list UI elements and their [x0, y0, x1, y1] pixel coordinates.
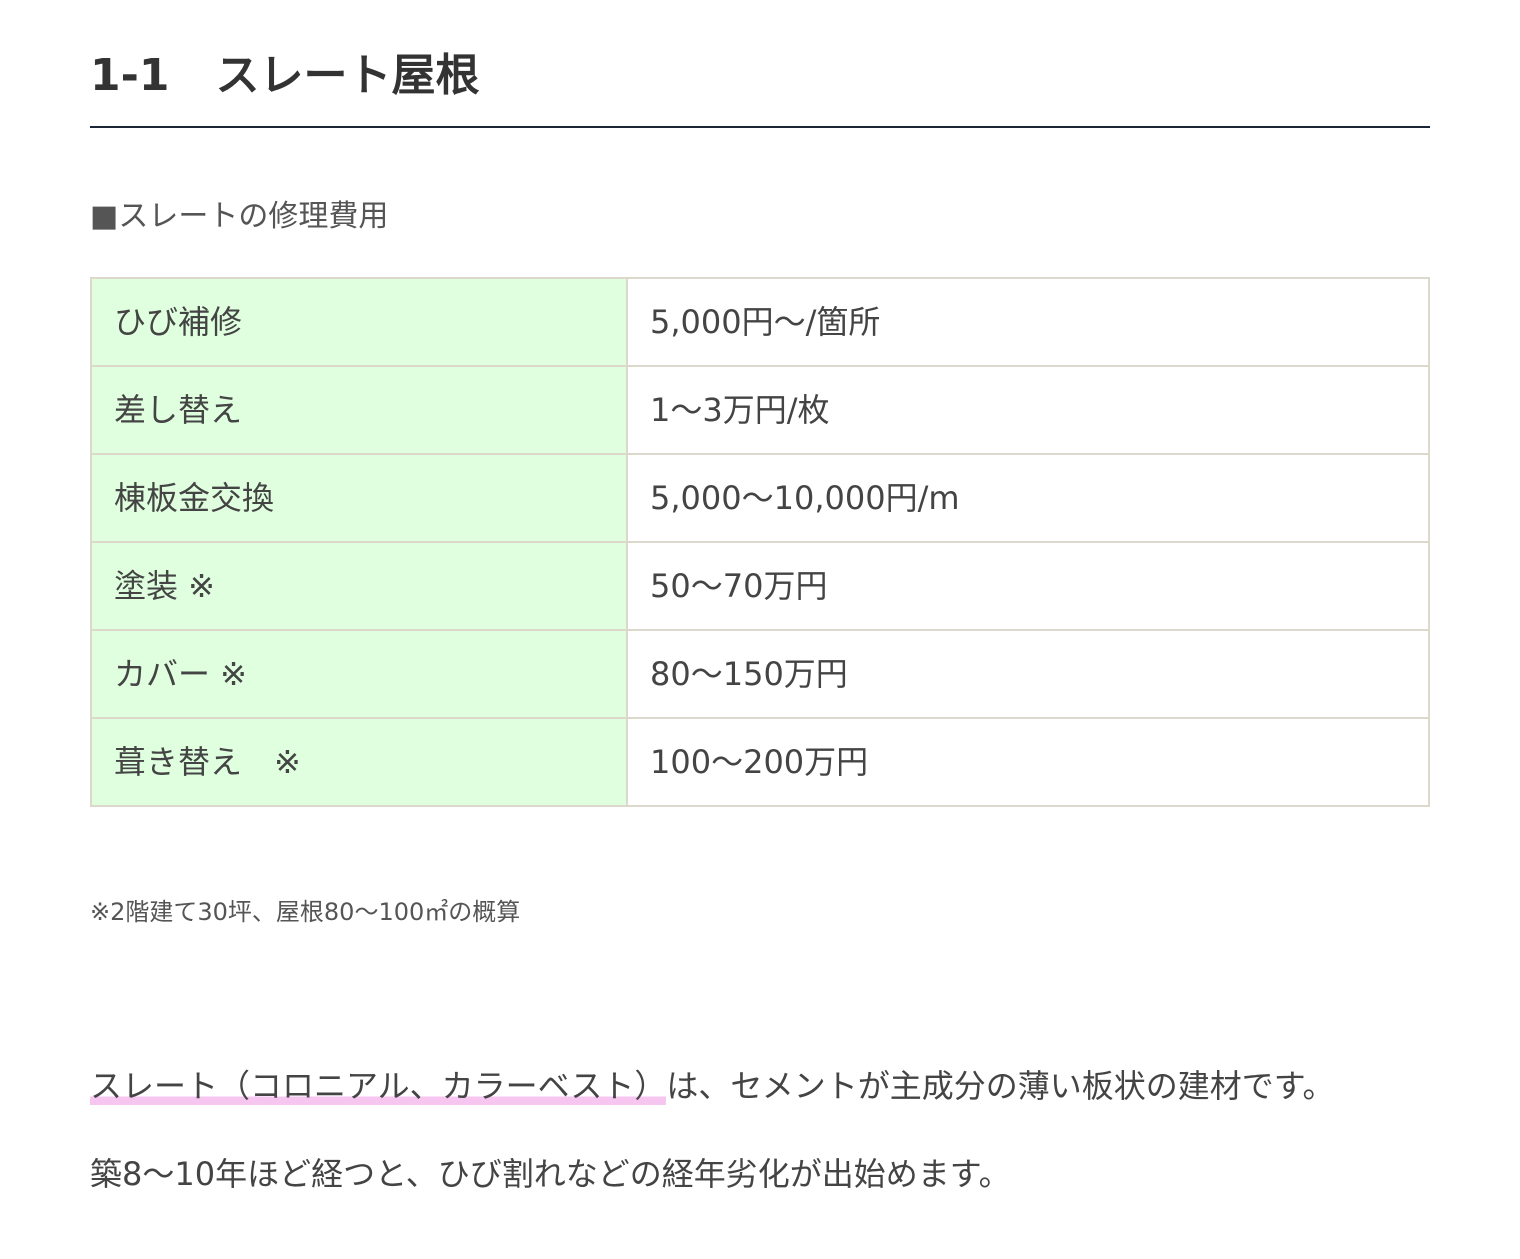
repair-item-cell: ひび補修 [90, 277, 628, 367]
repair-price-cell: 1〜3万円/枚 [626, 365, 1430, 455]
repair-price-cell: 100〜200万円 [626, 717, 1430, 807]
highlighted-term: スレート（コロニアル、カラーベスト） [90, 1067, 667, 1105]
section-title: スレート屋根 [215, 50, 480, 101]
section-number: 1-1 [90, 50, 170, 101]
repair-price-cell: 80〜150万円 [626, 629, 1430, 719]
body-paragraph: スレート（コロニアル、カラーベスト）は、セメントが主成分の薄い板状の建材です。 [90, 1064, 1335, 1108]
article-content: 1-1 スレート屋根 ■スレートの修理費用 ひび補修 5,000円〜/箇所 差し替… [90, 0, 1430, 1193]
repair-item-cell: 棟板金交換 [90, 453, 628, 543]
table-row: ひび補修 5,000円〜/箇所 [90, 277, 1430, 367]
repair-item-cell: 塗装 ※ [90, 541, 628, 631]
section-heading: 1-1 スレート屋根 [90, 0, 1430, 128]
repair-cost-table: ひび補修 5,000円〜/箇所 差し替え 1〜3万円/枚 棟板金交換 5,000… [90, 277, 1430, 807]
table-row: 差し替え 1〜3万円/枚 [90, 365, 1430, 455]
repair-item-cell: 差し替え [90, 365, 628, 455]
table-row: カバー ※ 80〜150万円 [90, 629, 1430, 719]
repair-price-cell: 5,000円〜/箇所 [626, 277, 1430, 367]
paragraph-text: は、セメントが主成分の薄い板状の建材です。 [666, 1067, 1335, 1105]
table-row: 塗装 ※ 50〜70万円 [90, 541, 1430, 631]
repair-price-cell: 50〜70万円 [626, 541, 1430, 631]
repair-item-cell: 葺き替え ※ [90, 717, 628, 807]
table-row: 葺き替え ※ 100〜200万円 [90, 717, 1430, 807]
estimate-footnote: ※2階建て30坪、屋根80〜100㎡の概算 [90, 898, 521, 926]
body-paragraph: 築8〜10年ほど経つと、ひび割れなどの経年劣化が出始めます。 [90, 1155, 1011, 1193]
repair-item-cell: カバー ※ [90, 629, 628, 719]
repair-price-cell: 5,000〜10,000円/m [626, 453, 1430, 543]
table-caption: ■スレートの修理費用 [90, 199, 389, 234]
table-row: 棟板金交換 5,000〜10,000円/m [90, 453, 1430, 543]
